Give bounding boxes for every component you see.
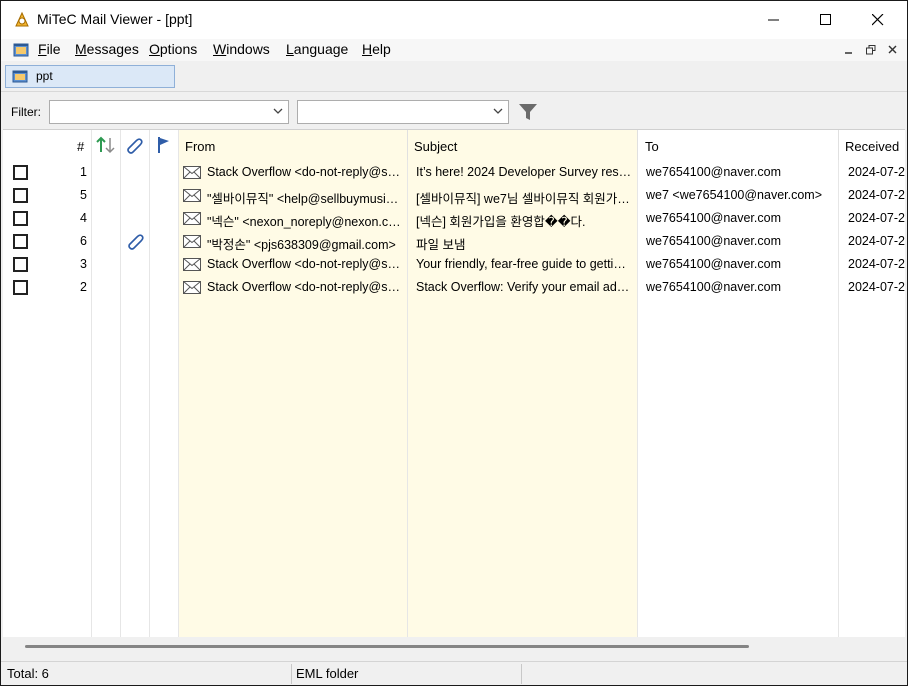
row-subject: [셀바이뮤직] we7님 셀바이뮤직 회원가입을 환영합니다	[416, 192, 632, 206]
envelope-icon	[183, 281, 201, 294]
tab-ppt[interactable]: ppt	[5, 65, 175, 88]
table-row[interactable]: 1 Stack Overflow <do-not-reply@stackoverf…	[3, 161, 905, 184]
filter-label: Filter:	[11, 105, 41, 119]
menu-bar: File Messages Options Windows Language H…	[1, 39, 907, 61]
maximize-button[interactable]	[803, 1, 849, 39]
window-title: MiTeC Mail Viewer - [ppt]	[37, 11, 193, 27]
column-header-from[interactable]: From	[185, 139, 215, 154]
row-from: "셀바이뮤직" <help@sellbuymusic.com>	[207, 192, 403, 206]
close-icon	[872, 14, 884, 26]
status-bar: Total: 6 EML folder	[1, 661, 907, 685]
row-received: 2024-07-2	[848, 211, 905, 225]
row-number: 1	[80, 165, 87, 179]
row-received: 2024-07-2	[848, 234, 905, 248]
chevron-down-icon	[273, 108, 283, 114]
menu-file[interactable]: File	[38, 41, 61, 57]
table-row[interactable]: 6 "박정손" <pjs638309@gmail.com> 파일 보냄 we76541…	[3, 230, 905, 253]
row-from: Stack Overflow <do-not-reply@stackoverfl…	[207, 165, 403, 179]
menu-messages[interactable]: Messages	[75, 41, 139, 57]
column-header-received[interactable]: Received	[845, 139, 899, 154]
minimize-icon	[845, 52, 852, 54]
sort-direction-icon[interactable]	[95, 136, 117, 154]
row-number: 6	[80, 234, 87, 248]
row-checkbox[interactable]	[13, 165, 28, 180]
filter-field-select[interactable]	[49, 100, 289, 124]
document-tab-strip: ppt	[1, 62, 907, 92]
mail-folder-icon	[12, 70, 28, 83]
tab-label: ppt	[36, 69, 53, 83]
attachment-icon[interactable]	[125, 232, 145, 250]
close-icon	[888, 45, 897, 54]
row-subject: Your friendly, fear-free guide to gettin…	[416, 257, 632, 271]
row-from: "박정손" <pjs638309@gmail.com>	[207, 238, 396, 252]
column-header-number[interactable]: #	[77, 139, 84, 154]
row-to: we7654100@naver.com	[646, 257, 781, 271]
flag-column-icon[interactable]	[156, 136, 172, 154]
column-header-subject[interactable]: Subject	[414, 139, 457, 154]
envelope-icon	[183, 235, 201, 248]
table-row[interactable]: 5 "셀바이뮤직" <help@sellbuymusic.com> [셀바이뮤직] …	[3, 184, 905, 207]
row-subject: 파일 보냄	[416, 238, 466, 252]
close-button[interactable]	[855, 1, 901, 39]
maximize-icon	[820, 14, 831, 25]
row-number: 4	[80, 211, 87, 225]
envelope-icon	[183, 258, 201, 271]
row-checkbox[interactable]	[13, 280, 28, 295]
restore-icon	[866, 45, 876, 55]
attachment-column-icon[interactable]	[124, 136, 144, 154]
row-number: 3	[80, 257, 87, 271]
minimize-icon	[768, 19, 779, 21]
message-list[interactable]: # From Subject To Received 1 Stack Overfl	[3, 129, 905, 638]
row-subject: [넥슨] 회원가입을 환영합��다.	[416, 215, 586, 229]
status-total: Total: 6	[7, 666, 49, 681]
menu-help[interactable]: Help	[362, 41, 391, 57]
row-number: 5	[80, 188, 87, 202]
row-from: Stack Overflow <do-not-reply@stackoverfl…	[207, 257, 403, 271]
row-to: we7654100@naver.com	[646, 234, 781, 248]
table-row[interactable]: 3 Stack Overflow <do-not-reply@stackoverf…	[3, 253, 905, 276]
row-checkbox[interactable]	[13, 257, 28, 272]
menu-windows[interactable]: Windows	[213, 41, 270, 57]
chevron-down-icon	[493, 108, 503, 114]
table-row[interactable]: 4 "넥슨" <nexon_noreply@nexon.co.kr> [넥슨] 회원…	[3, 207, 905, 230]
row-subject: It’s here! 2024 Developer Survey results	[416, 165, 632, 179]
app-logo-icon	[15, 11, 29, 27]
minimize-button[interactable]	[751, 1, 797, 39]
column-header-row: # From Subject To Received	[3, 130, 905, 160]
mdi-restore-button[interactable]	[863, 42, 879, 58]
mdi-document-icon[interactable]	[12, 41, 30, 59]
row-to: we7654100@naver.com	[646, 211, 781, 225]
row-from: "넥슨" <nexon_noreply@nexon.co.kr>	[207, 215, 403, 229]
row-checkbox[interactable]	[13, 234, 28, 249]
row-received: 2024-07-2	[848, 280, 905, 294]
column-header-to[interactable]: To	[645, 139, 659, 154]
mdi-minimize-button[interactable]	[841, 42, 857, 58]
row-received: 2024-07-2	[848, 188, 905, 202]
row-from: Stack Overflow <do-not-reply@stackoverfl…	[207, 280, 403, 294]
row-checkbox[interactable]	[13, 188, 28, 203]
mdi-close-button[interactable]	[885, 42, 901, 58]
status-folder-type: EML folder	[296, 666, 359, 681]
row-to: we7654100@naver.com	[646, 280, 781, 294]
envelope-icon	[183, 212, 201, 225]
filter-bar: Filter:	[1, 92, 907, 129]
row-to: we7654100@naver.com	[646, 165, 781, 179]
filter-icon[interactable]	[517, 101, 539, 123]
envelope-icon	[183, 166, 201, 179]
row-checkbox[interactable]	[13, 211, 28, 226]
horizontal-scrollbar[interactable]	[3, 637, 905, 657]
scrollbar-thumb[interactable]	[25, 645, 749, 648]
table-row[interactable]: 2 Stack Overflow <do-not-reply@stackoverf…	[3, 276, 905, 299]
envelope-icon	[183, 189, 201, 202]
filter-value-select[interactable]	[297, 100, 509, 124]
row-received: 2024-07-2	[848, 165, 905, 179]
app-window: MiTeC Mail Viewer - [ppt] File Messages …	[0, 0, 908, 686]
row-to: we7 <we7654100@naver.com>	[646, 188, 823, 202]
menu-language[interactable]: Language	[286, 41, 348, 57]
row-subject: Stack Overflow: Verify your email addres…	[416, 280, 632, 294]
row-received: 2024-07-2	[848, 257, 905, 271]
title-bar[interactable]: MiTeC Mail Viewer - [ppt]	[1, 1, 907, 39]
menu-options[interactable]: Options	[149, 41, 197, 57]
row-number: 2	[80, 280, 87, 294]
